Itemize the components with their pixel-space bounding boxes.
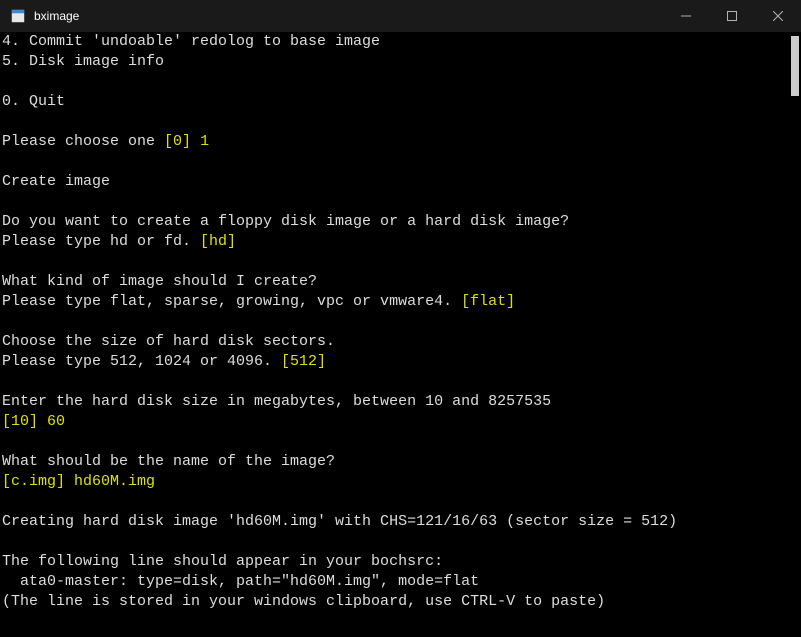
terminal-line: 4. Commit 'undoable' redolog to base ima… [2,32,801,52]
terminal-text: Please type 512, 1024 or 4096. [2,353,281,370]
terminal-line: Choose the size of hard disk sectors. [2,332,801,352]
app-icon [10,8,26,24]
terminal-text: 5. Disk image info [2,53,164,70]
terminal-text: Enter the hard disk size in megabytes, b… [2,393,551,410]
minimize-button[interactable] [663,0,709,32]
window-controls [663,0,801,32]
terminal-text [191,133,200,150]
terminal-text: [hd] [200,233,236,250]
terminal-text: What kind of image should I create? [2,273,317,290]
terminal-line [2,152,801,172]
terminal-text [65,473,74,490]
terminal-line [2,192,801,212]
terminal-area[interactable]: 4. Commit 'undoable' redolog to base ima… [0,32,801,637]
terminal-text: Please type hd or fd. [2,233,200,250]
terminal-line [2,532,801,552]
terminal-line: Please choose one [0] 1 [2,132,801,152]
terminal-line [2,312,801,332]
terminal-text: [flat] [461,293,515,310]
terminal-line: ata0-master: type=disk, path="hd60M.img"… [2,572,801,592]
close-button[interactable] [755,0,801,32]
terminal-text [38,413,47,430]
window-title: bximage [34,9,79,23]
terminal-line: Do you want to create a floppy disk imag… [2,212,801,232]
maximize-button[interactable] [709,0,755,32]
terminal-line [2,112,801,132]
terminal-text: The following line should appear in your… [2,553,443,570]
terminal-line: 5. Disk image info [2,52,801,72]
terminal-text: Please type flat, sparse, growing, vpc o… [2,293,461,310]
terminal-text: [10] [2,413,38,430]
terminal-line: Please type 512, 1024 or 4096. [512] [2,352,801,372]
terminal-line: What should be the name of the image? [2,452,801,472]
terminal-text: Do you want to create a floppy disk imag… [2,213,569,230]
terminal-line [2,252,801,272]
terminal-text: What should be the name of the image? [2,453,335,470]
terminal-line: Please type hd or fd. [hd] [2,232,801,252]
terminal-line [2,432,801,452]
terminal-line: [10] 60 [2,412,801,432]
terminal-text: Choose the size of hard disk sectors. [2,333,335,350]
terminal-line: (The line is stored in your windows clip… [2,592,801,612]
terminal-content: 4. Commit 'undoable' redolog to base ima… [2,32,801,612]
scrollbar-thumb[interactable] [791,36,799,96]
terminal-text: 60 [47,413,65,430]
terminal-line: Creating hard disk image 'hd60M.img' wit… [2,512,801,532]
terminal-line: 0. Quit [2,92,801,112]
terminal-text: Please choose one [2,133,164,150]
terminal-line: Create image [2,172,801,192]
terminal-line: What kind of image should I create? [2,272,801,292]
terminal-line: The following line should appear in your… [2,552,801,572]
terminal-text: [512] [281,353,326,370]
terminal-text: Create image [2,173,110,190]
terminal-text: hd60M.img [74,473,155,490]
terminal-line [2,72,801,92]
terminal-line: Please type flat, sparse, growing, vpc o… [2,292,801,312]
terminal-text: Creating hard disk image 'hd60M.img' wit… [2,513,677,530]
terminal-text: 0. Quit [2,93,65,110]
terminal-text: (The line is stored in your windows clip… [2,593,605,610]
terminal-text: [c.img] [2,473,65,490]
terminal-line: Enter the hard disk size in megabytes, b… [2,392,801,412]
terminal-line: [c.img] hd60M.img [2,472,801,492]
terminal-line [2,492,801,512]
window-titlebar: bximage [0,0,801,32]
terminal-text: 4. Commit 'undoable' redolog to base ima… [2,33,380,50]
terminal-text: 1 [200,133,209,150]
terminal-line [2,372,801,392]
terminal-text: [0] [164,133,191,150]
terminal-text: ata0-master: type=disk, path="hd60M.img"… [2,573,479,590]
